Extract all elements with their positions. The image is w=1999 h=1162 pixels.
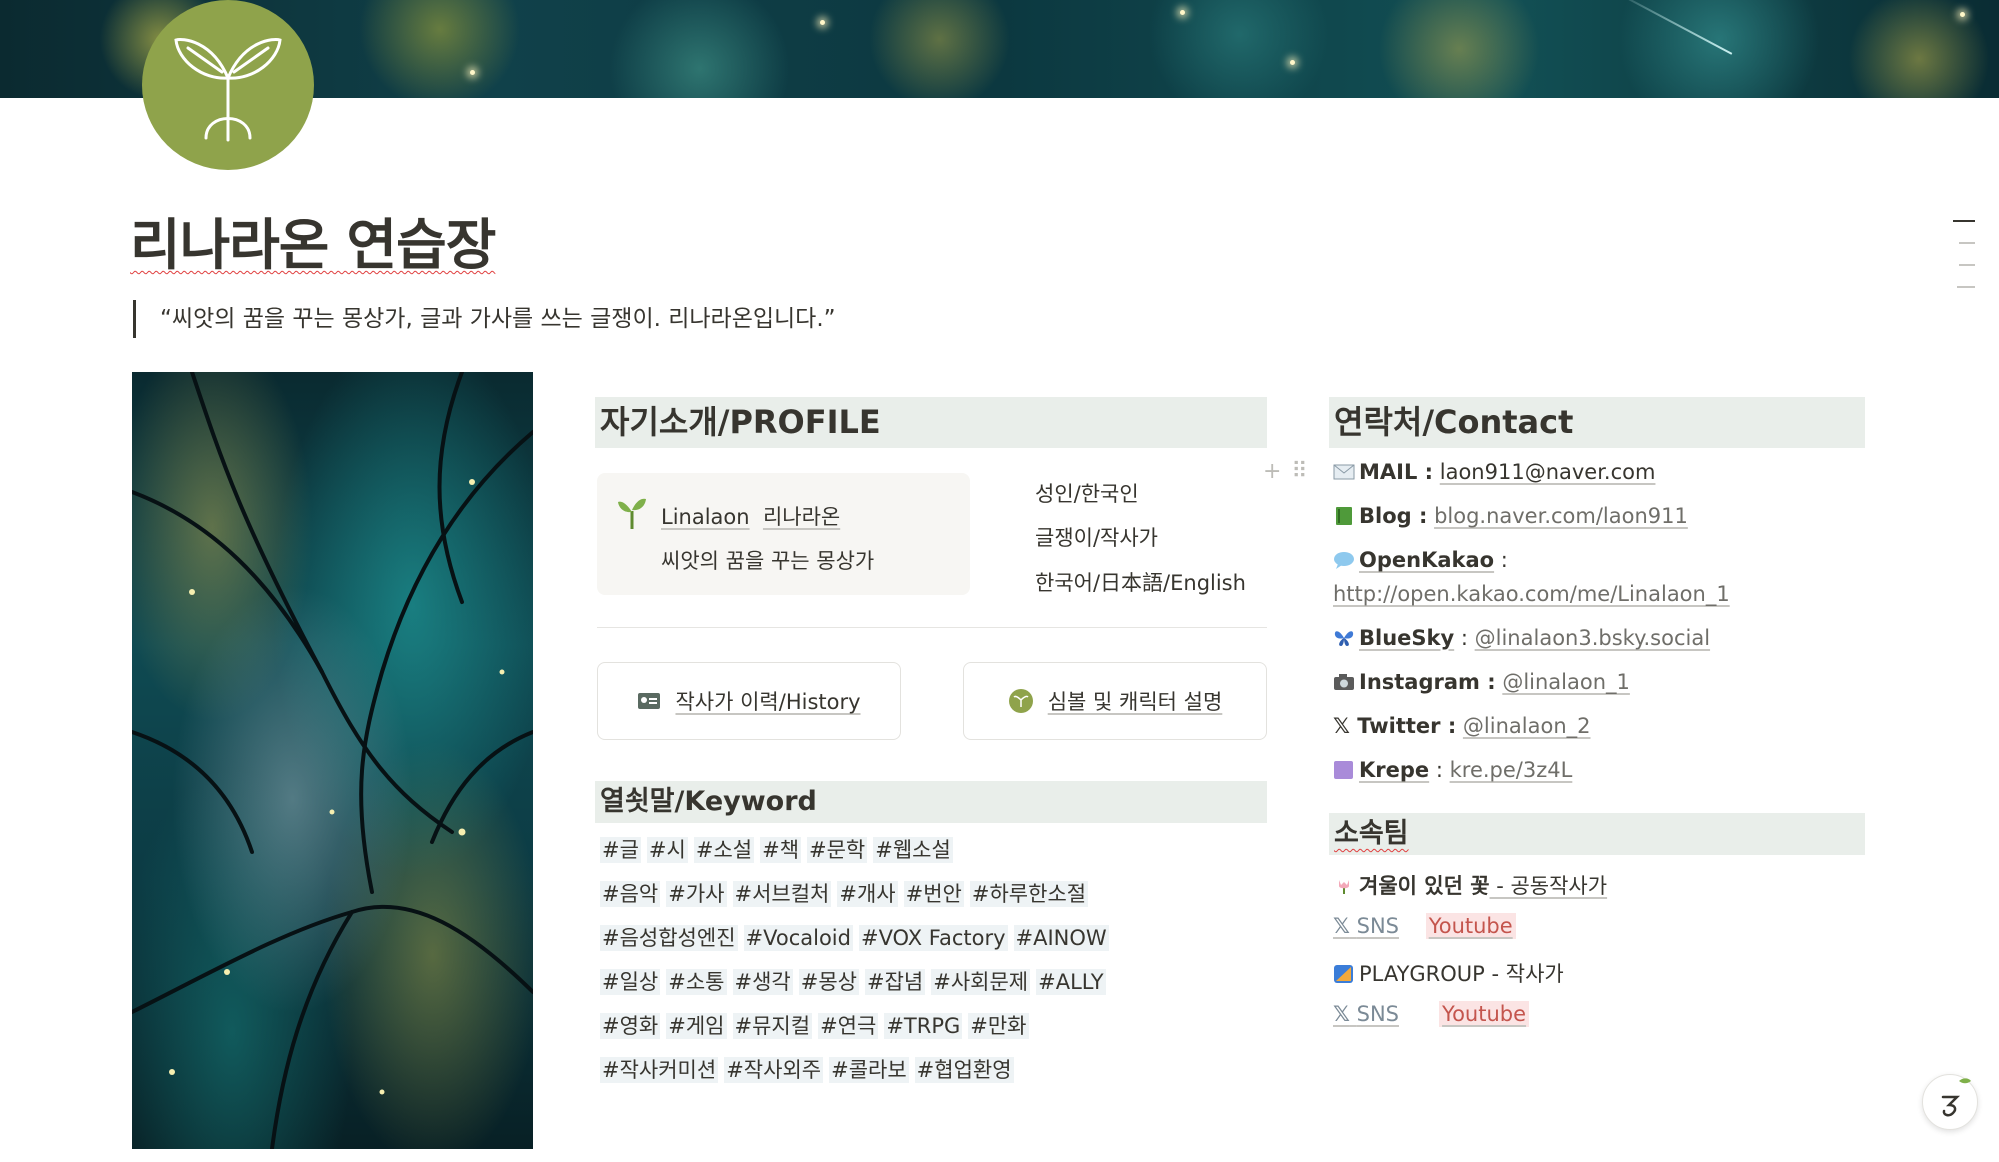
- team-playgroup: PLAYGROUP - 작사가: [1333, 958, 1564, 988]
- sparkle-decoration: [1180, 10, 1185, 15]
- fact-occupation: 글쟁이/작사가: [1035, 526, 1158, 550]
- id-card-icon: [638, 693, 661, 709]
- seedling-icon: [618, 498, 646, 529]
- team2-sns-link[interactable]: 𝕏 SNS: [1333, 1002, 1399, 1026]
- keyword-heading[interactable]: 열쇳말/Keyword: [595, 781, 1267, 823]
- team1-sns-link[interactable]: 𝕏 SNS: [1333, 914, 1399, 938]
- divider: [597, 627, 1267, 628]
- team-heading[interactable]: 소속팀: [1329, 813, 1865, 855]
- symbol-character-page-link[interactable]: 심볼 및 캐릭터 설명: [963, 662, 1267, 740]
- contact-openkakao-url: http://open.kakao.com/me/Linalaon_1: [1333, 582, 1730, 606]
- openkakao-link[interactable]: http://open.kakao.com/me/Linalaon_1: [1333, 582, 1730, 606]
- profile-callout[interactable]: Linalaon 리나라온 씨앗의 꿈을 꾸는 몽상가: [597, 473, 970, 595]
- team-winter-flower-links: 𝕏 SNS Youtube: [1333, 913, 1516, 939]
- instagram-link[interactable]: @linalaon_1: [1502, 670, 1630, 694]
- callout-subtitle: 씨앗의 꿈을 꾸는 몽상가: [661, 549, 875, 573]
- team-playgroup-links: 𝕏 SNS Youtube: [1333, 1001, 1530, 1027]
- keyword-line: #작사커미션 #작사외주 #콜라보 #협업환영: [600, 1057, 1014, 1083]
- krepe-link[interactable]: kre.pe/3z4L: [1450, 758, 1573, 782]
- camera-icon: [1334, 674, 1354, 690]
- blog-link[interactable]: blog.naver.com/laon911: [1434, 504, 1688, 528]
- sparkle-decoration: [1290, 60, 1295, 65]
- forest-night-photo: [132, 372, 533, 1149]
- contact-instagram: Instagram : @linalaon_1: [1333, 670, 1630, 694]
- green-circle-icon: [1008, 689, 1033, 713]
- block-drag-handle[interactable]: +⠿: [1263, 459, 1318, 484]
- envelope-icon: [1333, 464, 1355, 480]
- notion-help-icon: [1941, 1078, 1971, 1117]
- page-title[interactable]: 리나라온 연습장: [130, 200, 496, 280]
- playgroup-logo-icon: [1334, 965, 1353, 983]
- mail-link[interactable]: laon911@naver.com: [1440, 460, 1656, 484]
- sprout-icon: [174, 38, 282, 142]
- callout-name: Linalaon 리나라온: [661, 505, 841, 529]
- fact-age-nationality: 성인/한국인: [1035, 482, 1139, 506]
- keyword-line: #음악 #가사 #서브컬처 #개사 #번안 #하루한소절: [600, 881, 1089, 907]
- tulip-icon: [1339, 880, 1349, 894]
- team2-youtube-link[interactable]: Youtube: [1439, 1001, 1530, 1027]
- speech-bubble-icon: [1334, 552, 1354, 569]
- profile-heading[interactable]: 자기소개/PROFILE: [595, 397, 1267, 448]
- table-of-contents-indicator[interactable]: [1953, 220, 1975, 308]
- sparkle-decoration: [470, 70, 475, 75]
- contact-heading[interactable]: 연락처/Contact: [1329, 397, 1865, 448]
- help-button[interactable]: [1922, 1074, 1978, 1130]
- purple-square-icon: [1334, 761, 1353, 779]
- history-page-link[interactable]: 작사가 이력/History: [597, 662, 901, 740]
- keyword-line: #글 #시 #소설 #책 #문학 #웹소설: [600, 837, 953, 863]
- green-book-icon: [1336, 507, 1352, 525]
- team-winter-flower: 겨울이 있던 꽃 - 공동작사가: [1333, 870, 1607, 900]
- contact-blog: Blog : blog.naver.com/laon911: [1333, 504, 1688, 528]
- team1-youtube-link[interactable]: Youtube: [1425, 913, 1516, 939]
- keyword-line: #음성합성엔진 #Vocaloid #VOX Factory #AINOW: [600, 925, 1109, 951]
- bluesky-link[interactable]: @linalaon3.bsky.social: [1475, 626, 1710, 650]
- butterfly-icon: [1334, 631, 1354, 646]
- page-icon[interactable]: [142, 0, 314, 170]
- contact-openkakao: OpenKakao :: [1333, 548, 1508, 572]
- sparkle-decoration: [820, 20, 825, 25]
- twitter-link[interactable]: @linalaon_2: [1463, 714, 1591, 738]
- contact-krepe: Krepe : kre.pe/3z4L: [1333, 758, 1572, 782]
- intro-quote[interactable]: “씨앗의 꿈을 꾸는 몽상가, 글과 가사를 쓰는 글쟁이. 리나라온입니다.”: [133, 300, 836, 338]
- sparkle-decoration: [1960, 12, 1965, 17]
- keyword-line: #영화 #게임 #뮤지컬 #연극 #TRPG #만화: [600, 1013, 1029, 1039]
- tree-branches-illustration: [132, 372, 533, 1149]
- contact-mail: MAIL : laon911@naver.com: [1333, 460, 1655, 484]
- shooting-star-decoration: [1607, 0, 1733, 55]
- contact-twitter: 𝕏 Twitter : @linalaon_2: [1333, 714, 1591, 738]
- fact-languages: 한국어/日本語/English: [1035, 571, 1246, 595]
- keyword-line: #일상 #소통 #생각 #몽상 #잡념 #사회문제 #ALLY: [600, 969, 1106, 995]
- contact-bluesky: BlueSky : @linalaon3.bsky.social: [1333, 626, 1710, 650]
